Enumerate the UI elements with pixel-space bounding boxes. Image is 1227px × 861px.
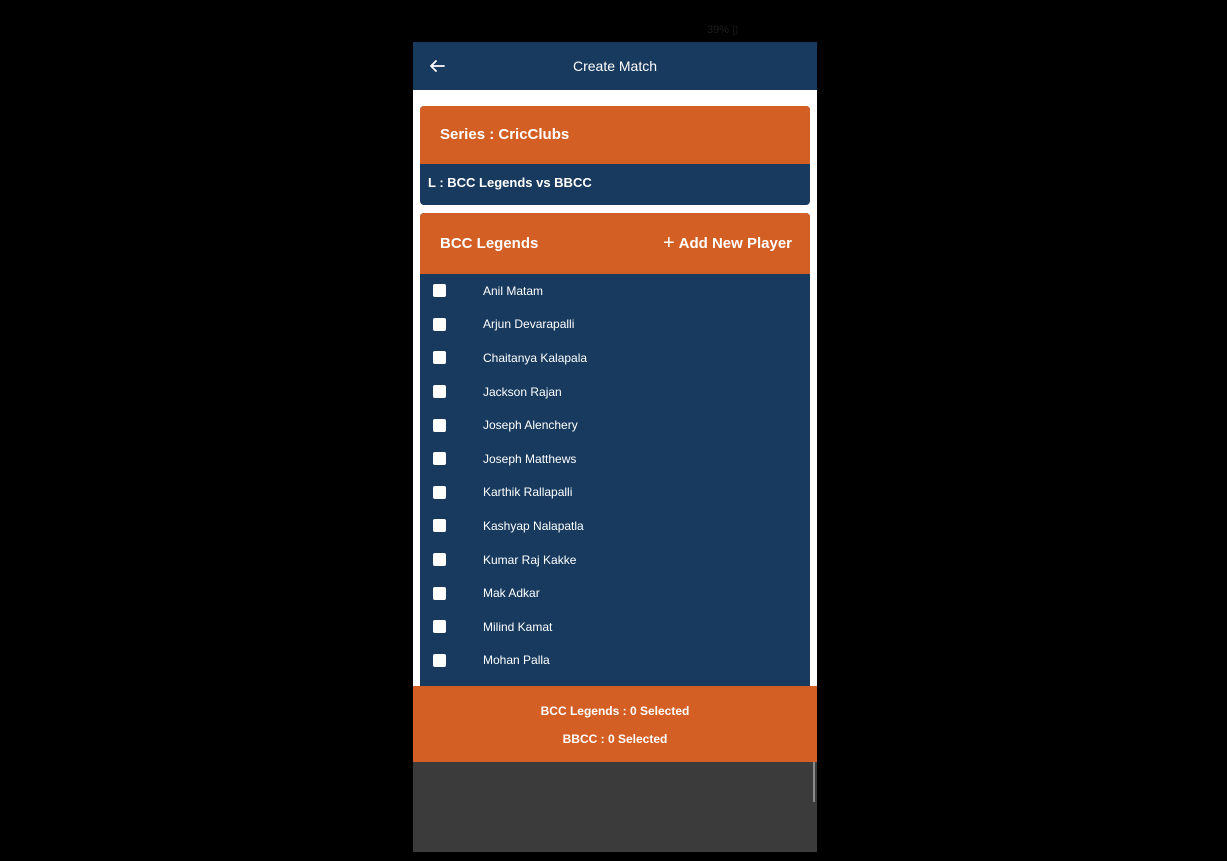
- player-name: Kashyap Nalapatla: [483, 518, 584, 533]
- player-name: Jackson Rajan: [483, 384, 562, 399]
- team-name: BCC Legends: [440, 235, 539, 252]
- series-label: Series : CricClubs: [420, 106, 810, 164]
- player-name: Joseph Alenchery: [483, 418, 578, 433]
- player-row[interactable]: Anil Matam: [420, 274, 810, 308]
- player-row[interactable]: Joseph Alenchery: [420, 408, 810, 442]
- player-name: Mak Adkar: [483, 586, 540, 601]
- player-name: Anil Matam: [483, 283, 544, 298]
- team-header: BCC Legends + Add New Player: [420, 213, 810, 274]
- team1-selected-count: BCC Legends : 0 Selected: [540, 704, 690, 718]
- match-label: L : BCC Legends vs BBCC: [428, 175, 592, 190]
- scrollbar[interactable]: [813, 762, 815, 802]
- phone-screen: Create Match Series : CricClubs L : BCC …: [413, 42, 817, 852]
- player-checkbox[interactable]: [433, 317, 446, 331]
- player-checkbox[interactable]: [433, 351, 446, 365]
- selection-summary: BCC Legends : 0 Selected BBCC : 0 Select…: [413, 686, 817, 762]
- player-checkbox[interactable]: [433, 519, 446, 533]
- player-checkbox[interactable]: [433, 284, 446, 298]
- player-checkbox[interactable]: [433, 620, 446, 634]
- player-name: Mohan Palla: [483, 653, 550, 668]
- player-name: Joseph Matthews: [483, 451, 577, 466]
- battery-status: 39% ▯: [707, 24, 739, 36]
- page-title: Create Match: [572, 58, 658, 74]
- player-checkbox[interactable]: [433, 485, 446, 499]
- player-row[interactable]: Kumar Raj Kakke: [420, 543, 810, 577]
- player-name: Kumar Raj Kakke: [483, 552, 577, 567]
- player-row[interactable]: Arjun Devarapalli: [420, 308, 810, 342]
- player-name: Chaitanya Kalapala: [483, 350, 588, 365]
- player-name: Arjun Devarapalli: [483, 317, 575, 332]
- player-row[interactable]: Mohan Palla: [420, 644, 810, 678]
- player-checkbox[interactable]: [433, 452, 446, 466]
- player-checkbox[interactable]: [433, 653, 446, 667]
- player-checkbox[interactable]: [433, 553, 446, 567]
- player-row[interactable]: Milind Kamat: [420, 610, 810, 644]
- player-row[interactable]: Mak Adkar: [420, 576, 810, 610]
- player-checkbox[interactable]: [433, 385, 446, 399]
- player-checkbox[interactable]: [433, 586, 446, 600]
- bottom-area: [413, 762, 817, 852]
- series-card: Series : CricClubs L : BCC Legends vs BB…: [420, 106, 810, 205]
- app-bar: Create Match: [413, 42, 817, 90]
- player-checkbox[interactable]: [433, 418, 446, 432]
- player-row[interactable]: Joseph Matthews: [420, 442, 810, 476]
- player-name: Karthik Rallapalli: [483, 485, 573, 500]
- player-row[interactable]: Jackson Rajan: [420, 375, 810, 409]
- team2-selected-count: BBCC : 0 Selected: [562, 732, 668, 746]
- add-new-player-button[interactable]: + Add New Player: [663, 213, 792, 274]
- team-card: BCC Legends + Add New Player Anil Matam …: [420, 213, 810, 728]
- player-row[interactable]: Karthik Rallapalli: [420, 476, 810, 510]
- plus-icon: +: [662, 232, 675, 254]
- player-name: Milind Kamat: [483, 619, 553, 634]
- player-row[interactable]: Kashyap Nalapatla: [420, 509, 810, 543]
- player-row[interactable]: Chaitanya Kalapala: [420, 341, 810, 375]
- add-new-player-label: Add New Player: [678, 235, 792, 252]
- player-list: Anil Matam Arjun Devarapalli Chaitanya K…: [420, 274, 810, 677]
